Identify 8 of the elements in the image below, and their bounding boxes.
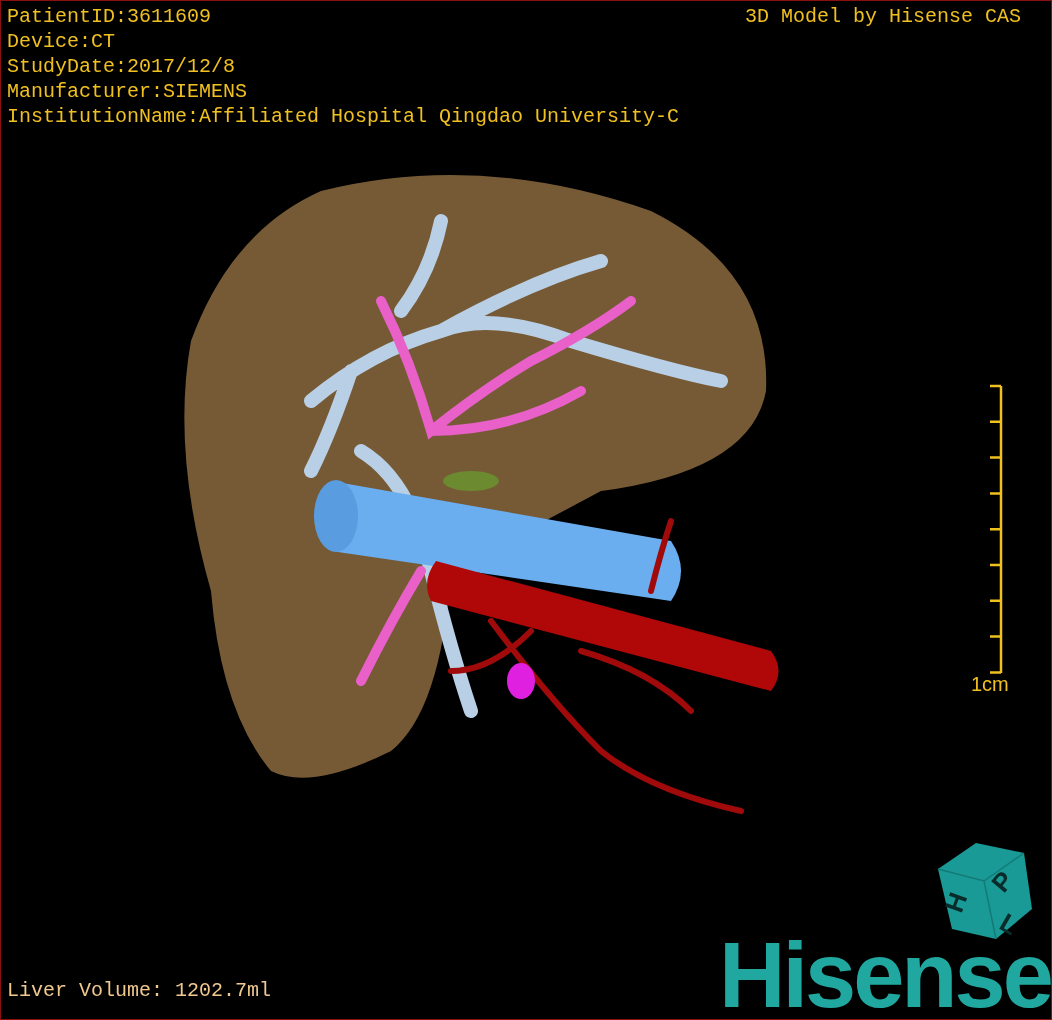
info-line: Manufacturer:SIEMENS (7, 79, 249, 104)
info-line: StudyDate:2017/12/8 (7, 54, 237, 79)
credit-text: 3D Model by Hisense CAS (744, 4, 1021, 29)
info-line: InstitutionName:Affiliated Hospital Qingdao University-C (7, 104, 680, 129)
scale-label: 1cm (971, 672, 1009, 697)
liver-volume-text: Liver Volume: 1202.7ml (7, 978, 272, 1004)
info-line: Device:CT (7, 29, 117, 54)
info-line: PatientID:3611609 (7, 4, 213, 29)
